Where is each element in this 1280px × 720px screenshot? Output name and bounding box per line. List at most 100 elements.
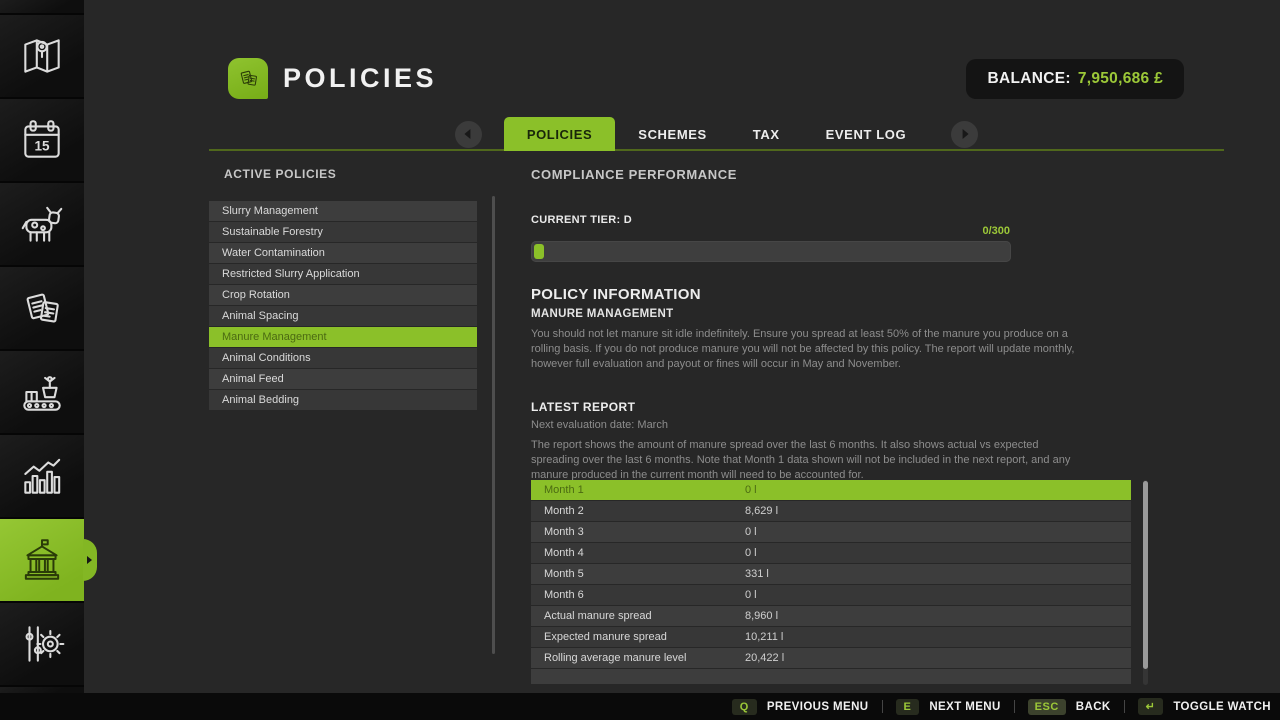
shortcut-label: NEXT MENU xyxy=(929,701,1000,713)
active-tab-arrow-icon xyxy=(87,556,92,564)
report-row[interactable]: Month 60 l xyxy=(531,585,1131,605)
shortcut-toggle-watch[interactable]: ↵ TOGGLE WATCH xyxy=(1138,698,1271,715)
report-row-label: Actual manure spread xyxy=(531,606,745,626)
active-policies-heading: ACTIVE POLICIES xyxy=(224,167,336,181)
report-row-value: 0 l xyxy=(745,480,757,500)
footer-shortcuts: Q PREVIOUS MENU ENEXT MENU ESC BACK ↵ TOGGLE W… xyxy=(732,698,1271,715)
divider xyxy=(882,700,883,713)
production-icon xyxy=(17,367,67,417)
compliance-heading: COMPLIANCE PERFORMANCE xyxy=(531,167,737,182)
bank-icon xyxy=(17,535,67,585)
report-row[interactable]: Expected manure spread10,211 l xyxy=(531,627,1131,647)
key-badge: ESC xyxy=(1028,699,1066,715)
report-row-value: 331 l xyxy=(745,564,769,584)
contracts-icon xyxy=(17,283,67,333)
tab-items: POLICIESSCHEMESTAXEVENT LOG xyxy=(504,117,929,151)
policy-list-item[interactable]: Crop Rotation xyxy=(209,285,477,305)
compliance-score: 0/300 xyxy=(982,225,1010,237)
report-row-value: 0 l xyxy=(745,585,757,605)
shortcut-label: BACK xyxy=(1076,701,1111,713)
policy-list-item[interactable]: Restricted Slurry Application xyxy=(209,264,477,284)
tab-schemes[interactable]: SCHEMES xyxy=(615,117,730,151)
documents-icon xyxy=(235,65,262,92)
report-row[interactable]: Month 10 l xyxy=(531,480,1131,500)
report-description: The report shows the amount of manure sp… xyxy=(531,438,1079,483)
sidebar: 15 xyxy=(0,0,84,693)
divider xyxy=(1014,700,1015,713)
policy-name-heading: MANURE MANAGEMENT xyxy=(531,308,673,320)
sidebar-item-settings[interactable] xyxy=(0,603,84,685)
content-scrollbar[interactable] xyxy=(492,196,495,654)
sidebar-item-calendar[interactable]: 15 xyxy=(0,99,84,181)
policy-list-item[interactable]: Animal Feed xyxy=(209,369,477,389)
latest-report-heading: LATEST REPORT xyxy=(531,400,635,414)
policy-list-item[interactable]: Sustainable Forestry xyxy=(209,222,477,242)
table-scrollbar-track[interactable] xyxy=(1143,480,1148,685)
map-icon xyxy=(17,31,67,81)
sidebar-item-production[interactable] xyxy=(0,351,84,433)
policy-list-item[interactable]: Animal Bedding xyxy=(209,390,477,410)
sidebar-item-animals[interactable] xyxy=(0,183,84,265)
policy-list-item[interactable]: Animal Spacing xyxy=(209,306,477,326)
footer-bar: Q PREVIOUS MENU ENEXT MENU ESC BACK ↵ TOGGLE W… xyxy=(0,693,1280,720)
report-row-value: 0 l xyxy=(745,543,757,563)
tab-bar: POLICIESSCHEMESTAXEVENT LOG xyxy=(209,117,1224,151)
report-row-label: Month 2 xyxy=(531,501,745,521)
chevron-left-icon xyxy=(465,129,471,139)
balance-value: 7,950,686 £ xyxy=(1078,70,1163,88)
progress-track xyxy=(531,241,1011,262)
shortcut-label: TOGGLE WATCH xyxy=(1173,701,1271,713)
tabs-prev-button[interactable] xyxy=(455,121,482,148)
policy-list-item[interactable]: Animal Conditions xyxy=(209,348,477,368)
sidebar-item-partial-top xyxy=(0,0,84,13)
policy-list-item[interactable]: Slurry Management xyxy=(209,201,477,221)
shortcut-back[interactable]: ESC BACK xyxy=(1028,699,1111,715)
return-key-icon: ↵ xyxy=(1138,698,1164,715)
report-row-label: Month 5 xyxy=(531,564,745,584)
tab-tax[interactable]: TAX xyxy=(730,117,803,151)
report-row-label: Rolling average manure level xyxy=(531,648,745,668)
balance-badge: BALANCE: 7,950,686 £ xyxy=(966,59,1184,99)
report-row-label: Month 1 xyxy=(531,480,745,500)
report-row-value: 10,211 l xyxy=(745,627,783,647)
report-row[interactable]: Month 30 l xyxy=(531,522,1131,542)
report-row[interactable]: Actual manure spread8,960 l xyxy=(531,606,1131,626)
chevron-right-icon xyxy=(962,129,968,139)
progress-fill xyxy=(534,244,544,259)
divider xyxy=(1124,700,1125,713)
sidebar-item-map[interactable] xyxy=(0,15,84,97)
tab-event-log[interactable]: EVENT LOG xyxy=(803,117,930,151)
tab-policies[interactable]: POLICIES xyxy=(504,117,615,151)
report-table: Month 10 lMonth 28,629 lMonth 30 lMonth … xyxy=(531,480,1131,684)
settings-icon xyxy=(17,619,67,669)
policy-list-item[interactable]: Manure Management xyxy=(209,327,477,347)
statistics-icon xyxy=(17,451,67,501)
balance-label: BALANCE: xyxy=(987,70,1070,88)
report-row[interactable]: Month 5331 l xyxy=(531,564,1131,584)
key-badge: Q xyxy=(732,699,757,715)
policy-list-item[interactable]: Water Contamination xyxy=(209,243,477,263)
tabs-next-button[interactable] xyxy=(951,121,978,148)
policy-info-heading: POLICY INFORMATION xyxy=(531,286,701,303)
sidebar-item-statistics[interactable] xyxy=(0,435,84,517)
report-row[interactable]: Rolling average manure level20,422 l xyxy=(531,648,1131,668)
current-tier-label: CURRENT TIER: D xyxy=(531,214,632,226)
report-row-partial xyxy=(531,669,1131,684)
report-row[interactable]: Month 28,629 l xyxy=(531,501,1131,521)
table-scrollbar-thumb[interactable] xyxy=(1143,481,1148,669)
sidebar-item-contracts[interactable] xyxy=(0,267,84,349)
shortcut-next-menu[interactable]: ENEXT MENU xyxy=(896,699,1001,715)
cow-icon xyxy=(17,199,67,249)
report-row[interactable]: Month 40 l xyxy=(531,543,1131,563)
calendar-day: 15 xyxy=(34,138,50,153)
shortcut-previous-menu[interactable]: Q PREVIOUS MENU xyxy=(732,699,869,715)
compliance-progress: 0/300 xyxy=(531,241,1011,262)
page-title: POLICIES xyxy=(283,63,437,94)
report-row-value: 8,960 l xyxy=(745,606,778,626)
calendar-icon: 15 xyxy=(17,115,67,165)
sidebar-item-finances[interactable] xyxy=(0,519,84,601)
shortcut-label: PREVIOUS MENU xyxy=(767,701,869,713)
active-policies-list: Slurry ManagementSustainable ForestryWat… xyxy=(209,201,477,411)
report-row-label: Month 4 xyxy=(531,543,745,563)
report-row-label: Month 6 xyxy=(531,585,745,605)
